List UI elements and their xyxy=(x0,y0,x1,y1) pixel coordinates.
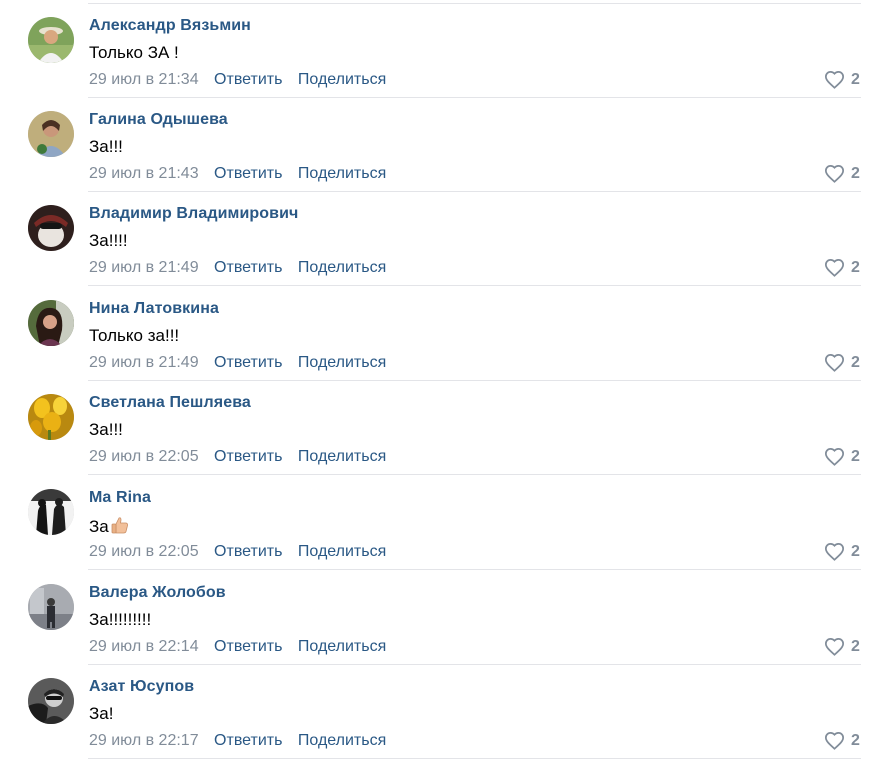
comment-item: Светлана Пешляева За!!! 29 июл в 22:05 О… xyxy=(0,381,891,475)
avatar[interactable] xyxy=(28,584,74,630)
thumbs-up-icon xyxy=(110,515,130,540)
like-count: 2 xyxy=(851,258,860,276)
comment-divider xyxy=(88,758,861,759)
like-button[interactable]: 2 xyxy=(824,70,860,89)
like-button[interactable]: 2 xyxy=(824,447,860,466)
like-button[interactable]: 2 xyxy=(824,542,860,561)
avatar[interactable] xyxy=(28,300,74,346)
avatar[interactable] xyxy=(28,205,74,251)
heart-outline-icon xyxy=(824,637,845,656)
like-button[interactable]: 2 xyxy=(824,353,860,372)
comment-date[interactable]: 29 июл в 22:05 xyxy=(89,543,199,560)
comment-date[interactable]: 29 июл в 21:49 xyxy=(89,354,199,371)
reply-button[interactable]: Ответить xyxy=(214,448,282,465)
comment-date[interactable]: 29 июл в 22:17 xyxy=(89,732,199,749)
author-name[interactable]: Валера Жолобов xyxy=(89,584,226,602)
comment-divider xyxy=(88,285,861,286)
author-name[interactable]: Александр Вязьмин xyxy=(89,17,251,35)
comment-item: Нина Латовкина Только за!!! 29 июл в 21:… xyxy=(0,287,891,381)
comment-date[interactable]: 29 июл в 21:49 xyxy=(89,259,199,276)
comment-text: Только за!!! xyxy=(89,326,180,345)
comment-text: За! xyxy=(89,704,114,723)
share-button[interactable]: Поделиться xyxy=(298,638,386,655)
like-count: 2 xyxy=(851,164,860,182)
author-name[interactable]: Владимир Владимирович xyxy=(89,205,298,223)
comment-item: Александр Вязьмин Только ЗА ! 29 июл в 2… xyxy=(0,4,891,98)
share-button[interactable]: Поделиться xyxy=(298,354,386,371)
comment-text: За!!! xyxy=(89,420,123,439)
like-count: 2 xyxy=(851,542,860,560)
comment-meta: 29 июл в 21:43 Ответить Поделиться xyxy=(89,165,397,183)
like-count: 2 xyxy=(851,70,860,88)
comment-meta: 29 июл в 21:49 Ответить Поделиться xyxy=(89,354,397,372)
heart-outline-icon xyxy=(824,258,845,277)
heart-outline-icon xyxy=(824,731,845,750)
comment-meta: 29 июл в 21:34 Ответить Поделиться xyxy=(89,71,397,89)
author-name[interactable]: Светлана Пешляева xyxy=(89,394,251,412)
share-button[interactable]: Поделиться xyxy=(298,165,386,182)
share-button[interactable]: Поделиться xyxy=(298,259,386,276)
reply-button[interactable]: Ответить xyxy=(214,543,282,560)
reply-button[interactable]: Ответить xyxy=(214,259,282,276)
comment-text-value: За xyxy=(89,517,109,536)
comment-meta: 29 июл в 22:17 Ответить Поделиться xyxy=(89,732,397,750)
like-button[interactable]: 2 xyxy=(824,164,860,183)
avatar[interactable] xyxy=(28,678,74,724)
comment-meta: 29 июл в 22:14 Ответить Поделиться xyxy=(89,638,397,656)
comment-item: Галина Одышева За!!! 29 июл в 21:43 Отве… xyxy=(0,98,891,192)
comment-item: Валера Жолобов За!!!!!!!!! 29 июл в 22:1… xyxy=(0,571,891,665)
reply-button[interactable]: Ответить xyxy=(214,165,282,182)
like-count: 2 xyxy=(851,447,860,465)
comment-text: За!!!! xyxy=(89,231,128,250)
like-button[interactable]: 2 xyxy=(824,258,860,277)
like-count: 2 xyxy=(851,353,860,371)
share-button[interactable]: Поделиться xyxy=(298,448,386,465)
comment-date[interactable]: 29 июл в 22:05 xyxy=(89,448,199,465)
avatar[interactable] xyxy=(28,111,74,157)
heart-outline-icon xyxy=(824,70,845,89)
avatar[interactable] xyxy=(28,17,74,63)
comment-divider xyxy=(88,569,861,570)
reply-button[interactable]: Ответить xyxy=(214,354,282,371)
comment-text: Только ЗА ! xyxy=(89,43,179,62)
heart-outline-icon xyxy=(824,542,845,561)
author-name[interactable]: Галина Одышева xyxy=(89,111,228,129)
comment-meta: 29 июл в 22:05 Ответить Поделиться xyxy=(89,543,397,561)
comment-text: За!!! xyxy=(89,137,123,156)
like-count: 2 xyxy=(851,731,860,749)
comment-item: Владимир Владимирович За!!!! 29 июл в 21… xyxy=(0,192,891,286)
comment-meta: 29 июл в 21:49 Ответить Поделиться xyxy=(89,259,397,277)
reply-button[interactable]: Ответить xyxy=(214,732,282,749)
share-button[interactable]: Поделиться xyxy=(298,543,386,560)
author-name[interactable]: Азат Юсупов xyxy=(89,678,194,696)
heart-outline-icon xyxy=(824,447,845,466)
comment-date[interactable]: 29 июл в 21:43 xyxy=(89,165,199,182)
like-count: 2 xyxy=(851,637,860,655)
comment-divider xyxy=(88,474,861,475)
comment-text: За!!!!!!!!! xyxy=(89,610,152,629)
avatar[interactable] xyxy=(28,394,74,440)
share-button[interactable]: Поделиться xyxy=(298,71,386,88)
comment-meta: 29 июл в 22:05 Ответить Поделиться xyxy=(89,448,397,466)
author-name[interactable]: Нина Латовкина xyxy=(89,300,219,318)
heart-outline-icon xyxy=(824,164,845,183)
comment-item: Азат Юсупов За! 29 июл в 22:17 Ответить … xyxy=(0,665,891,759)
author-name[interactable]: Ma Rina xyxy=(89,489,151,507)
reply-button[interactable]: Ответить xyxy=(214,638,282,655)
comment-item: Ma Rina За 29 июл в 22:05 Ответить Подел… xyxy=(0,476,891,570)
comment-date[interactable]: 29 июл в 22:14 xyxy=(89,638,199,655)
like-button[interactable]: 2 xyxy=(824,637,860,656)
share-button[interactable]: Поделиться xyxy=(298,732,386,749)
avatar[interactable] xyxy=(28,489,74,535)
comment-date[interactable]: 29 июл в 21:34 xyxy=(89,71,199,88)
reply-button[interactable]: Ответить xyxy=(214,71,282,88)
heart-outline-icon xyxy=(824,353,845,372)
comment-text: За xyxy=(89,515,130,540)
like-button[interactable]: 2 xyxy=(824,731,860,750)
